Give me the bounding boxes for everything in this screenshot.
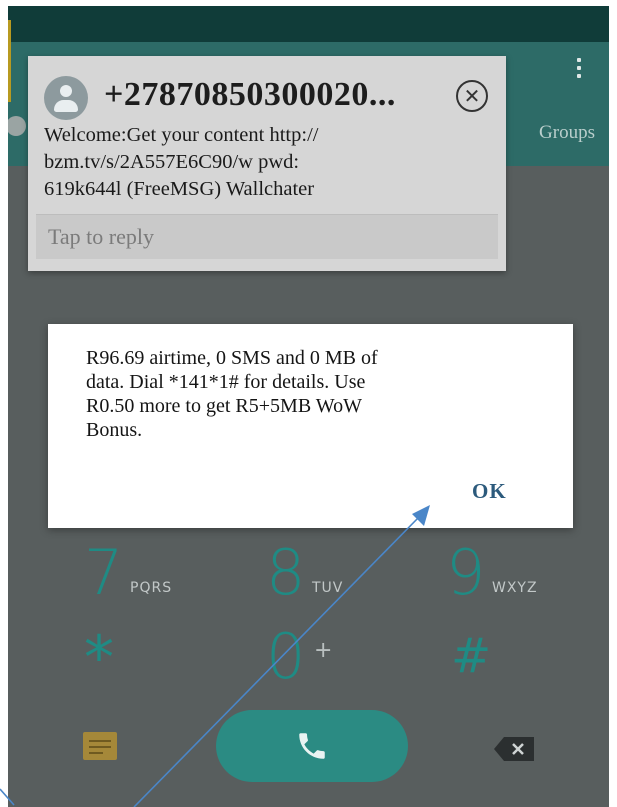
annotation-arrow bbox=[0, 505, 430, 807]
